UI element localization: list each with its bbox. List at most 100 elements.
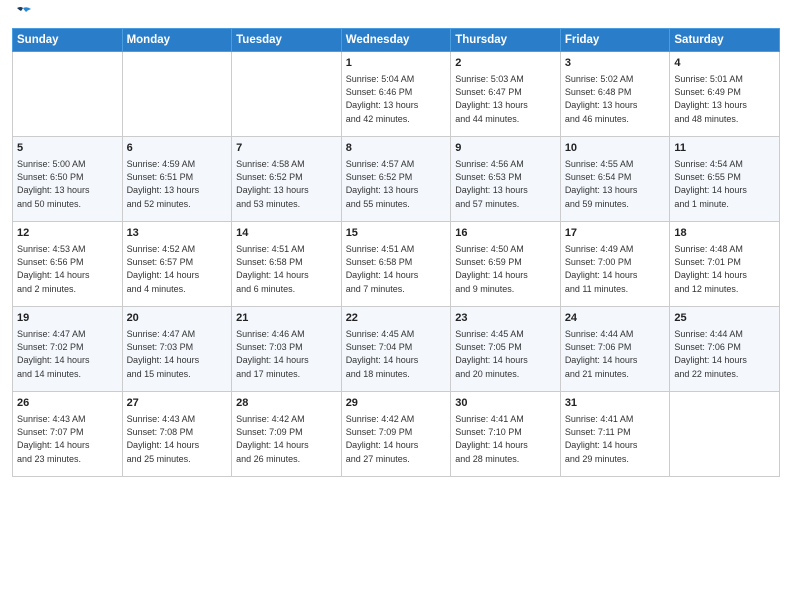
cell-info: Sunrise: 4:42 AM Sunset: 7:09 PM Dayligh… bbox=[346, 413, 447, 465]
cell-info: Sunrise: 4:55 AM Sunset: 6:54 PM Dayligh… bbox=[565, 158, 666, 210]
col-header-sunday: Sunday bbox=[13, 29, 123, 52]
week-row: 5 Sunrise: 5:00 AM Sunset: 6:50 PM Daylig… bbox=[13, 137, 780, 222]
day-number: 2 bbox=[455, 56, 556, 71]
calendar-cell: 1 Sunrise: 5:04 AM Sunset: 6:46 PM Daylig… bbox=[341, 52, 451, 137]
calendar-cell: 14Sunrise: 4:51 AM Sunset: 6:58 PM Dayli… bbox=[232, 222, 342, 307]
cell-info: Sunrise: 4:44 AM Sunset: 7:06 PM Dayligh… bbox=[565, 328, 666, 380]
calendar-cell bbox=[13, 52, 123, 137]
calendar-cell: 28 Sunrise: 4:42 AM Sunset: 7:09 PM Dayli… bbox=[232, 392, 342, 477]
day-number: 31 bbox=[565, 396, 666, 411]
cell-info: Sunrise: 4:41 AM Sunset: 7:10 PM Dayligh… bbox=[455, 413, 556, 465]
day-number: 23 bbox=[455, 311, 556, 326]
day-number: 18 bbox=[674, 226, 775, 241]
week-row: 1 Sunrise: 5:04 AM Sunset: 6:46 PM Daylig… bbox=[13, 52, 780, 137]
day-number: 8 bbox=[346, 141, 447, 156]
logo bbox=[12, 10, 32, 20]
calendar-cell: 18 Sunrise: 4:48 AM Sunset: 7:01 PM Dayli… bbox=[670, 222, 780, 307]
cell-info: Sunrise: 4:58 AM Sunset: 6:52 PM Dayligh… bbox=[236, 158, 337, 210]
cell-info: Sunrise: 4:48 AM Sunset: 7:01 PM Dayligh… bbox=[674, 243, 775, 295]
cell-info: Sunrise: 4:43 AM Sunset: 7:08 PM Dayligh… bbox=[127, 413, 228, 465]
cell-info: Sunrise: 4:51 AM Sunset: 6:58 PM Dayligh… bbox=[346, 243, 447, 295]
calendar-cell: 30 Sunrise: 4:41 AM Sunset: 7:10 PM Dayli… bbox=[451, 392, 561, 477]
col-header-monday: Monday bbox=[122, 29, 232, 52]
day-number: 22 bbox=[346, 311, 447, 326]
calendar-cell: 12Sunrise: 4:53 AM Sunset: 6:56 PM Dayli… bbox=[13, 222, 123, 307]
day-number: 4 bbox=[674, 56, 775, 71]
day-number: 6 bbox=[127, 141, 228, 156]
calendar-cell: 29 Sunrise: 4:42 AM Sunset: 7:09 PM Dayli… bbox=[341, 392, 451, 477]
cell-info: Sunrise: 4:56 AM Sunset: 6:53 PM Dayligh… bbox=[455, 158, 556, 210]
day-number: 24 bbox=[565, 311, 666, 326]
col-header-friday: Friday bbox=[560, 29, 670, 52]
calendar-cell: 31 Sunrise: 4:41 AM Sunset: 7:11 PM Dayli… bbox=[560, 392, 670, 477]
cell-info: Sunrise: 4:42 AM Sunset: 7:09 PM Dayligh… bbox=[236, 413, 337, 465]
day-number: 29 bbox=[346, 396, 447, 411]
day-number: 20 bbox=[127, 311, 228, 326]
col-header-thursday: Thursday bbox=[451, 29, 561, 52]
day-number: 21 bbox=[236, 311, 337, 326]
logo-bird-icon bbox=[14, 6, 32, 22]
col-header-tuesday: Tuesday bbox=[232, 29, 342, 52]
cell-info: Sunrise: 5:03 AM Sunset: 6:47 PM Dayligh… bbox=[455, 73, 556, 125]
calendar-cell: 11 Sunrise: 4:54 AM Sunset: 6:55 PM Dayli… bbox=[670, 137, 780, 222]
calendar-cell: 21 Sunrise: 4:46 AM Sunset: 7:03 PM Dayli… bbox=[232, 307, 342, 392]
calendar-cell bbox=[122, 52, 232, 137]
cell-info: Sunrise: 4:54 AM Sunset: 6:55 PM Dayligh… bbox=[674, 158, 775, 210]
calendar-cell: 16 Sunrise: 4:50 AM Sunset: 6:59 PM Dayli… bbox=[451, 222, 561, 307]
page-container: SundayMondayTuesdayWednesdayThursdayFrid… bbox=[0, 0, 792, 485]
calendar-cell: 26 Sunrise: 4:43 AM Sunset: 7:07 PM Dayli… bbox=[13, 392, 123, 477]
cell-info: Sunrise: 5:02 AM Sunset: 6:48 PM Dayligh… bbox=[565, 73, 666, 125]
day-number: 11 bbox=[674, 141, 775, 156]
day-number: 10 bbox=[565, 141, 666, 156]
page-header bbox=[12, 10, 780, 20]
week-row: 19 Sunrise: 4:47 AM Sunset: 7:02 PM Dayli… bbox=[13, 307, 780, 392]
calendar-cell: 2 Sunrise: 5:03 AM Sunset: 6:47 PM Daylig… bbox=[451, 52, 561, 137]
day-number: 9 bbox=[455, 141, 556, 156]
cell-info: Sunrise: 4:47 AM Sunset: 7:03 PM Dayligh… bbox=[127, 328, 228, 380]
calendar-cell bbox=[232, 52, 342, 137]
calendar-cell: 24 Sunrise: 4:44 AM Sunset: 7:06 PM Dayli… bbox=[560, 307, 670, 392]
day-number: 1 bbox=[346, 56, 447, 71]
cell-info: Sunrise: 4:59 AM Sunset: 6:51 PM Dayligh… bbox=[127, 158, 228, 210]
day-number: 19 bbox=[17, 311, 118, 326]
day-number: 26 bbox=[17, 396, 118, 411]
cell-info: Sunrise: 4:43 AM Sunset: 7:07 PM Dayligh… bbox=[17, 413, 118, 465]
calendar-cell: 3 Sunrise: 5:02 AM Sunset: 6:48 PM Daylig… bbox=[560, 52, 670, 137]
calendar-table: SundayMondayTuesdayWednesdayThursdayFrid… bbox=[12, 28, 780, 477]
cell-info: Sunrise: 4:46 AM Sunset: 7:03 PM Dayligh… bbox=[236, 328, 337, 380]
cell-info: Sunrise: 4:41 AM Sunset: 7:11 PM Dayligh… bbox=[565, 413, 666, 465]
day-number: 15 bbox=[346, 226, 447, 241]
week-row: 26 Sunrise: 4:43 AM Sunset: 7:07 PM Dayli… bbox=[13, 392, 780, 477]
cell-info: Sunrise: 4:45 AM Sunset: 7:05 PM Dayligh… bbox=[455, 328, 556, 380]
day-number: 12 bbox=[17, 226, 118, 241]
calendar-cell: 9 Sunrise: 4:56 AM Sunset: 6:53 PM Daylig… bbox=[451, 137, 561, 222]
day-number: 27 bbox=[127, 396, 228, 411]
day-number: 16 bbox=[455, 226, 556, 241]
calendar-cell: 19 Sunrise: 4:47 AM Sunset: 7:02 PM Dayli… bbox=[13, 307, 123, 392]
calendar-cell bbox=[670, 392, 780, 477]
calendar-cell: 10 Sunrise: 4:55 AM Sunset: 6:54 PM Dayli… bbox=[560, 137, 670, 222]
calendar-cell: 23 Sunrise: 4:45 AM Sunset: 7:05 PM Dayli… bbox=[451, 307, 561, 392]
calendar-cell: 5 Sunrise: 5:00 AM Sunset: 6:50 PM Daylig… bbox=[13, 137, 123, 222]
calendar-cell: 27 Sunrise: 4:43 AM Sunset: 7:08 PM Dayli… bbox=[122, 392, 232, 477]
day-number: 28 bbox=[236, 396, 337, 411]
cell-info: Sunrise: 4:57 AM Sunset: 6:52 PM Dayligh… bbox=[346, 158, 447, 210]
cell-info: Sunrise: 4:45 AM Sunset: 7:04 PM Dayligh… bbox=[346, 328, 447, 380]
day-number: 14 bbox=[236, 226, 337, 241]
calendar-cell: 17Sunrise: 4:49 AM Sunset: 7:00 PM Dayli… bbox=[560, 222, 670, 307]
day-number: 5 bbox=[17, 141, 118, 156]
cell-info: Sunrise: 4:50 AM Sunset: 6:59 PM Dayligh… bbox=[455, 243, 556, 295]
calendar-cell: 4 Sunrise: 5:01 AM Sunset: 6:49 PM Daylig… bbox=[670, 52, 780, 137]
col-header-saturday: Saturday bbox=[670, 29, 780, 52]
day-number: 30 bbox=[455, 396, 556, 411]
cell-info: Sunrise: 4:47 AM Sunset: 7:02 PM Dayligh… bbox=[17, 328, 118, 380]
day-number: 17 bbox=[565, 226, 666, 241]
cell-info: Sunrise: 5:01 AM Sunset: 6:49 PM Dayligh… bbox=[674, 73, 775, 125]
calendar-cell: 8 Sunrise: 4:57 AM Sunset: 6:52 PM Daylig… bbox=[341, 137, 451, 222]
cell-info: Sunrise: 5:04 AM Sunset: 6:46 PM Dayligh… bbox=[346, 73, 447, 125]
day-number: 25 bbox=[674, 311, 775, 326]
cell-info: Sunrise: 5:00 AM Sunset: 6:50 PM Dayligh… bbox=[17, 158, 118, 210]
day-number: 3 bbox=[565, 56, 666, 71]
calendar-cell: 6 Sunrise: 4:59 AM Sunset: 6:51 PM Daylig… bbox=[122, 137, 232, 222]
week-row: 12Sunrise: 4:53 AM Sunset: 6:56 PM Dayli… bbox=[13, 222, 780, 307]
